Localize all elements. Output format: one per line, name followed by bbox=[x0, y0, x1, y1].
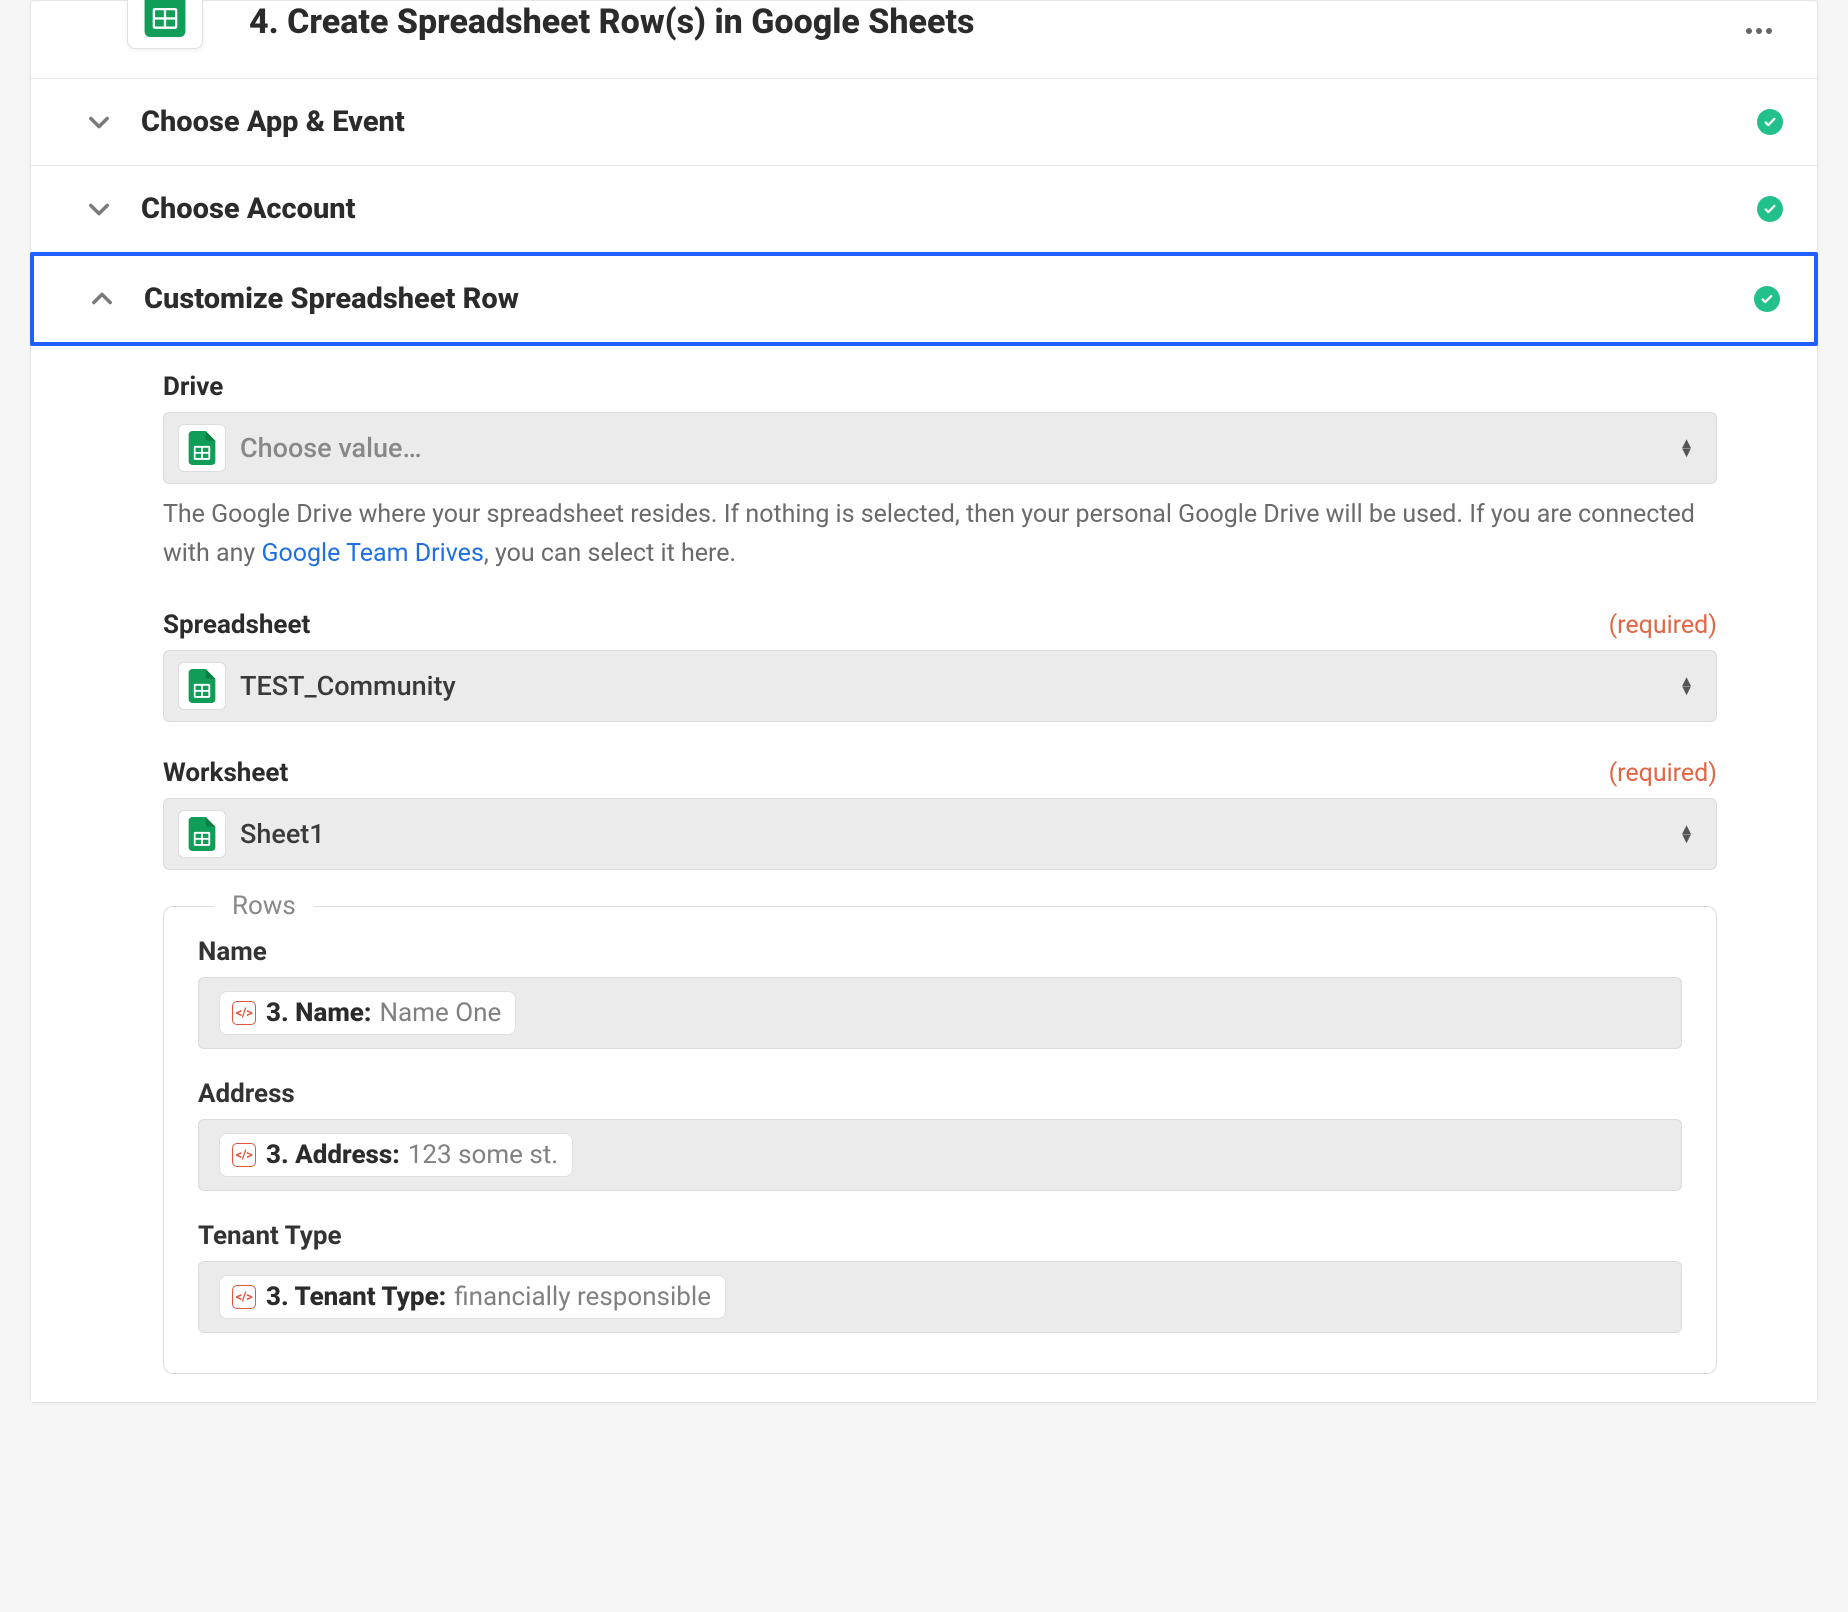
sort-arrows-icon: ▲▼ bbox=[1679, 677, 1694, 695]
worksheet-label: Worksheet bbox=[163, 758, 288, 788]
row-label: Address bbox=[198, 1079, 1682, 1109]
chevron-down-icon bbox=[85, 195, 113, 223]
drive-help-text: The Google Drive where your spreadsheet … bbox=[163, 496, 1717, 574]
google-sheets-icon bbox=[178, 810, 226, 858]
row-field-address: Address </> 3. Address: 123 some st. bbox=[198, 1079, 1682, 1191]
field-drive: Drive Choose value… ▲▼ The Google Drive … bbox=[163, 372, 1717, 574]
data-pill[interactable]: </> 3. Name: Name One bbox=[219, 991, 516, 1035]
step-menu-button[interactable] bbox=[1737, 1, 1781, 50]
step-header: 4. Create Spreadsheet Row(s) in Google S… bbox=[31, 1, 1817, 78]
code-icon: </> bbox=[232, 1285, 256, 1309]
pill-value: Name One bbox=[379, 998, 501, 1028]
spreadsheet-label: Spreadsheet bbox=[163, 610, 310, 640]
pill-reference: 3. Name: bbox=[266, 998, 371, 1028]
drive-placeholder: Choose value… bbox=[240, 432, 422, 464]
section-choose-account[interactable]: Choose Account bbox=[31, 165, 1817, 252]
row-label: Name bbox=[198, 937, 1682, 967]
step-title: 4. Create Spreadsheet Row(s) in Google S… bbox=[249, 2, 974, 43]
google-sheets-icon bbox=[178, 662, 226, 710]
row-label: Tenant Type bbox=[198, 1221, 1682, 1251]
worksheet-value: Sheet1 bbox=[240, 818, 325, 850]
rows-legend: Rows bbox=[214, 891, 314, 921]
pill-reference: 3. Tenant Type: bbox=[266, 1282, 446, 1312]
code-icon: </> bbox=[232, 1001, 256, 1025]
row-field-name: Name </> 3. Name: Name One bbox=[198, 937, 1682, 1049]
row-field-tenant-type: Tenant Type </> 3. Tenant Type: financia… bbox=[198, 1221, 1682, 1333]
drive-label: Drive bbox=[163, 372, 223, 402]
required-tag: (required) bbox=[1609, 759, 1717, 788]
field-worksheet: Worksheet (required) Sheet1 ▲▼ bbox=[163, 758, 1717, 870]
chevron-down-icon bbox=[85, 108, 113, 136]
row-input-name[interactable]: </> 3. Name: Name One bbox=[198, 977, 1682, 1049]
section-choose-app-event[interactable]: Choose App & Event bbox=[31, 78, 1817, 165]
section-title: Customize Spreadsheet Row bbox=[144, 282, 519, 316]
check-icon bbox=[1754, 286, 1780, 312]
drive-dropdown[interactable]: Choose value… ▲▼ bbox=[163, 412, 1717, 484]
worksheet-dropdown[interactable]: Sheet1 ▲▼ bbox=[163, 798, 1717, 870]
check-icon bbox=[1757, 109, 1783, 135]
pill-value: 123 some st. bbox=[408, 1140, 558, 1170]
spreadsheet-dropdown[interactable]: TEST_Community ▲▼ bbox=[163, 650, 1717, 722]
google-team-drives-link[interactable]: Google Team Drives bbox=[261, 539, 483, 568]
field-spreadsheet: Spreadsheet (required) TEST_Community ▲▼ bbox=[163, 610, 1717, 722]
google-sheets-icon bbox=[127, 0, 203, 49]
required-tag: (required) bbox=[1609, 611, 1717, 640]
spreadsheet-value: TEST_Community bbox=[240, 670, 456, 702]
data-pill[interactable]: </> 3. Address: 123 some st. bbox=[219, 1133, 573, 1177]
section-customize-row[interactable]: Customize Spreadsheet Row bbox=[30, 252, 1818, 346]
pill-value: financially responsible bbox=[454, 1282, 711, 1312]
row-input-tenant-type[interactable]: </> 3. Tenant Type: financially responsi… bbox=[198, 1261, 1682, 1333]
customize-panel: Drive Choose value… ▲▼ The Google Drive … bbox=[31, 346, 1817, 1402]
row-input-address[interactable]: </> 3. Address: 123 some st. bbox=[198, 1119, 1682, 1191]
rows-fieldset: Rows Name </> 3. Name: Name One Address bbox=[163, 906, 1717, 1374]
pill-reference: 3. Address: bbox=[266, 1140, 400, 1170]
section-title: Choose App & Event bbox=[141, 105, 405, 139]
help-text-part: , you can select it here. bbox=[484, 539, 736, 568]
data-pill[interactable]: </> 3. Tenant Type: financially responsi… bbox=[219, 1275, 726, 1319]
section-title: Choose Account bbox=[141, 192, 355, 226]
sort-arrows-icon: ▲▼ bbox=[1679, 825, 1694, 843]
sort-arrows-icon: ▲▼ bbox=[1679, 439, 1694, 457]
google-sheets-icon bbox=[178, 424, 226, 472]
chevron-up-icon bbox=[88, 285, 116, 313]
code-icon: </> bbox=[232, 1143, 256, 1167]
check-icon bbox=[1757, 196, 1783, 222]
